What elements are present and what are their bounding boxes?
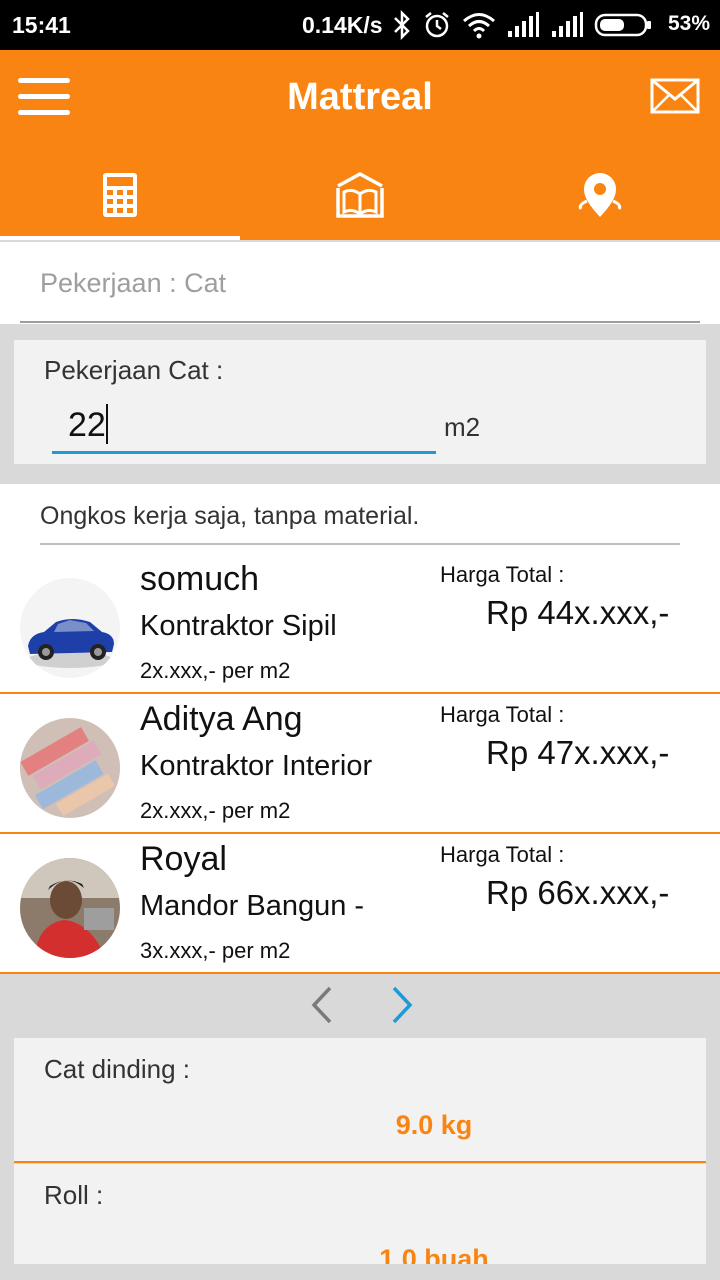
- avatar: [20, 718, 120, 818]
- price-note: Ongkos kerja saja, tanpa material.: [40, 502, 420, 530]
- contractor-role: Mandor Bangun -: [140, 890, 365, 922]
- material-card: Roll : 1.0 buah: [14, 1164, 706, 1264]
- app-bar: Mattreal: [0, 50, 720, 240]
- app-title: Mattreal: [287, 76, 433, 118]
- job-divider: [20, 321, 700, 323]
- book-icon: [336, 172, 384, 218]
- area-input-label: Pekerjaan Cat :: [44, 355, 224, 385]
- bluetooth-icon: [394, 10, 410, 40]
- battery-percent: 53%: [668, 12, 711, 35]
- chevron-left-icon[interactable]: [306, 984, 338, 1026]
- signal-icon: [552, 12, 583, 37]
- total-price: Rp 47x.xxx,-: [486, 734, 670, 771]
- avatar: [20, 858, 120, 958]
- status-time: 15:41: [12, 12, 71, 38]
- material-card: Cat dinding : 9.0 kg: [14, 1038, 706, 1162]
- list-item[interactable]: Aditya Ang Kontraktor Interior 2x.xxx,- …: [0, 694, 720, 834]
- contractor-rate: 2x.xxx,- per m2: [140, 658, 291, 683]
- material-label: Cat dinding :: [44, 1054, 190, 1084]
- active-tab-indicator: [0, 236, 240, 240]
- material-label: Roll :: [44, 1180, 104, 1210]
- price-label: Harga Total :: [440, 562, 565, 587]
- contractor-role: Kontraktor Interior: [140, 750, 373, 782]
- calculator-icon: [103, 173, 137, 217]
- wifi-icon: [463, 13, 495, 39]
- area-input[interactable]: [52, 400, 436, 454]
- material-divider: [14, 1161, 706, 1163]
- avatar: [20, 578, 120, 678]
- status-icons: [392, 8, 652, 42]
- material-quantity: 9.0 kg: [395, 1110, 473, 1140]
- note-divider: [40, 543, 680, 545]
- contractor-name: somuch: [140, 560, 260, 598]
- alarm-icon: [425, 12, 449, 38]
- text-cursor: [106, 404, 108, 444]
- price-label: Harga Total :: [440, 842, 565, 867]
- contractor-role: Kontraktor Sipil: [140, 610, 337, 642]
- tab-book[interactable]: [240, 150, 480, 240]
- contractor-rate: 3x.xxx,- per m2: [140, 938, 291, 963]
- status-bar: 15:41 0.14K/s 53%: [0, 0, 720, 50]
- total-price: Rp 44x.xxx,-: [486, 594, 670, 631]
- network-speed: 0.14K/s: [302, 12, 383, 38]
- area-unit: m2: [444, 412, 481, 442]
- total-price: Rp 66x.xxx,-: [486, 874, 670, 911]
- price-label: Harga Total :: [440, 702, 565, 727]
- job-label: Pekerjaan : Cat: [40, 268, 227, 298]
- material-quantity: 1.0 buah: [379, 1244, 489, 1264]
- signal-icon: [508, 12, 539, 37]
- list-item[interactable]: Royal Mandor Bangun - 3x.xxx,- per m2 Ha…: [0, 834, 720, 974]
- tab-calculator[interactable]: [0, 150, 240, 240]
- mail-icon[interactable]: [650, 78, 700, 114]
- contractor-name: Aditya Ang: [140, 700, 303, 738]
- tab-location[interactable]: [480, 150, 720, 240]
- chevron-right-icon[interactable]: [386, 984, 418, 1026]
- contractor-rate: 2x.xxx,- per m2: [140, 798, 291, 823]
- list-item[interactable]: somuch Kontraktor Sipil 2x.xxx,- per m2 …: [0, 554, 720, 694]
- battery-icon: [594, 13, 651, 37]
- location-pin-icon: [578, 173, 622, 217]
- pager: [0, 976, 720, 1036]
- row-divider: [0, 972, 720, 974]
- contractor-name: Royal: [140, 840, 227, 878]
